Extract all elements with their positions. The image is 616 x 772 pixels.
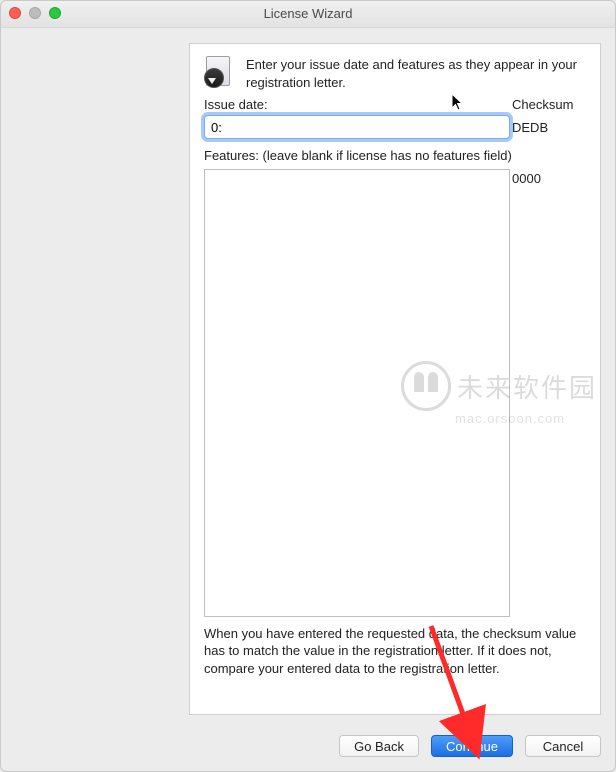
close-icon[interactable] bbox=[9, 7, 21, 19]
button-bar: Go Back Continue Cancel bbox=[339, 735, 601, 757]
features-input[interactable] bbox=[204, 169, 510, 617]
cancel-button[interactable]: Cancel bbox=[525, 735, 601, 757]
license-wizard-window: License Wizard Enter your issue date and… bbox=[0, 0, 616, 772]
features-checksum: 0000 bbox=[510, 169, 586, 186]
continue-button[interactable]: Continue bbox=[431, 735, 513, 757]
titlebar: License Wizard bbox=[1, 1, 615, 28]
document-inspect-icon bbox=[204, 56, 236, 88]
go-back-button[interactable]: Go Back bbox=[339, 735, 419, 757]
checksum-label: Checksum bbox=[512, 97, 586, 112]
issue-date-label: Issue date: bbox=[204, 97, 512, 112]
traffic-lights bbox=[9, 7, 61, 19]
checksum-help-text: When you have entered the requested data… bbox=[204, 625, 586, 678]
instruction-text: Enter your issue date and features as th… bbox=[246, 56, 586, 91]
issue-date-checksum: DEDB bbox=[510, 120, 586, 135]
window-title: License Wizard bbox=[264, 6, 353, 21]
zoom-icon[interactable] bbox=[49, 7, 61, 19]
issue-date-input[interactable] bbox=[204, 115, 510, 139]
minimize-icon bbox=[29, 7, 41, 19]
wizard-panel: Enter your issue date and features as th… bbox=[189, 43, 601, 715]
features-label: Features: (leave blank if license has no… bbox=[204, 147, 586, 165]
